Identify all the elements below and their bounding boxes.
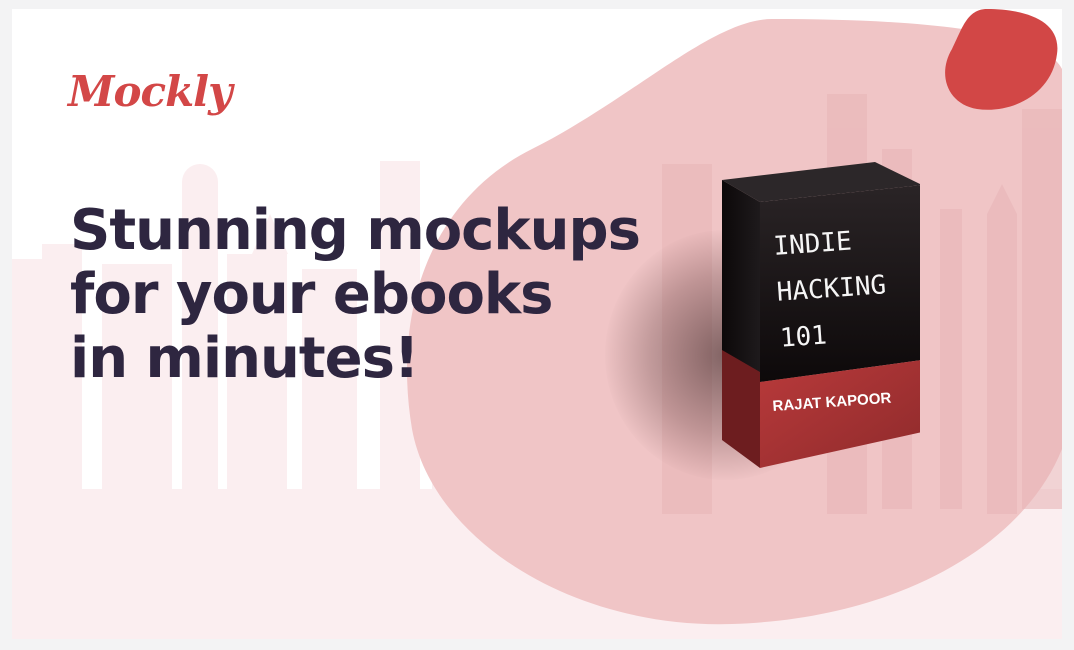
- hero-headline: Stunning mockups for your ebooks in minu…: [70, 198, 641, 391]
- ebook-title-line-3: 101: [778, 320, 828, 354]
- headline-line-2: for your ebooks: [70, 262, 553, 327]
- headline-line-3: in minutes!: [70, 326, 419, 391]
- headline-line-1: Stunning mockups: [70, 198, 641, 263]
- ebook-title-line-2: HACKING: [775, 270, 888, 308]
- ebook-title: INDIE HACKING 101: [772, 216, 891, 361]
- ebook-title-line-1: INDIE: [772, 226, 853, 262]
- mockly-logo[interactable]: Mockly: [68, 67, 233, 116]
